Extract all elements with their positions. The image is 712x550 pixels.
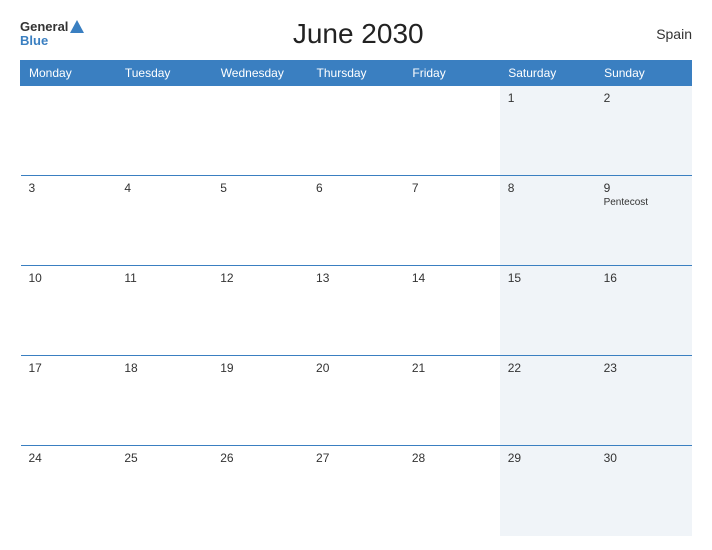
day-cell: 26 <box>212 446 308 536</box>
day-cell <box>116 86 212 176</box>
day-number: 17 <box>29 361 109 375</box>
calendar-title: June 2030 <box>84 18 632 50</box>
day-cell: 29 <box>500 446 596 536</box>
day-cell: 15 <box>500 266 596 356</box>
day-number: 19 <box>220 361 300 375</box>
logo-blue-text: Blue <box>20 34 84 48</box>
day-number: 11 <box>124 271 204 285</box>
day-number: 26 <box>220 451 300 465</box>
day-number: 12 <box>220 271 300 285</box>
col-wednesday: Wednesday <box>212 61 308 86</box>
col-monday: Monday <box>21 61 117 86</box>
day-cell: 1 <box>500 86 596 176</box>
day-cell <box>308 86 404 176</box>
day-cell: 16 <box>596 266 692 356</box>
day-cell: 6 <box>308 176 404 266</box>
day-number: 24 <box>29 451 109 465</box>
day-number: 25 <box>124 451 204 465</box>
logo: General Blue <box>20 20 84 49</box>
col-sunday: Sunday <box>596 61 692 86</box>
day-number: 4 <box>124 181 204 195</box>
week-row-5: 24 25 26 27 28 29 30 <box>21 446 692 536</box>
calendar-table: Monday Tuesday Wednesday Thursday Friday… <box>20 60 692 536</box>
logo-triangle-icon <box>70 20 84 33</box>
day-cell <box>212 86 308 176</box>
day-number: 3 <box>29 181 109 195</box>
day-cell: 23 <box>596 356 692 446</box>
day-cell: 20 <box>308 356 404 446</box>
day-cell: 17 <box>21 356 117 446</box>
day-cell: 25 <box>116 446 212 536</box>
day-cell <box>21 86 117 176</box>
day-number: 28 <box>412 451 492 465</box>
day-number: 8 <box>508 181 588 195</box>
week-row-2: 3 4 5 6 7 8 9 Pentecost <box>21 176 692 266</box>
day-cell: 10 <box>21 266 117 356</box>
col-thursday: Thursday <box>308 61 404 86</box>
week-row-1: 12 <box>21 86 692 176</box>
day-number: 20 <box>316 361 396 375</box>
day-number: 9 <box>604 181 684 195</box>
day-cell: 11 <box>116 266 212 356</box>
day-number: 2 <box>604 91 684 105</box>
day-number: 6 <box>316 181 396 195</box>
header-row: Monday Tuesday Wednesday Thursday Friday… <box>21 61 692 86</box>
day-cell: 30 <box>596 446 692 536</box>
country-label: Spain <box>632 26 692 42</box>
day-cell: 24 <box>21 446 117 536</box>
day-cell: 18 <box>116 356 212 446</box>
day-event: Pentecost <box>604 197 684 208</box>
col-tuesday: Tuesday <box>116 61 212 86</box>
col-saturday: Saturday <box>500 61 596 86</box>
day-number: 16 <box>604 271 684 285</box>
header: General Blue June 2030 Spain <box>20 18 692 50</box>
day-cell: 28 <box>404 446 500 536</box>
day-number: 18 <box>124 361 204 375</box>
day-number: 15 <box>508 271 588 285</box>
day-number: 23 <box>604 361 684 375</box>
day-number: 27 <box>316 451 396 465</box>
day-cell: 9 Pentecost <box>596 176 692 266</box>
day-cell <box>404 86 500 176</box>
week-row-4: 17 18 19 20 21 22 23 <box>21 356 692 446</box>
day-cell: 7 <box>404 176 500 266</box>
day-number: 14 <box>412 271 492 285</box>
day-cell: 12 <box>212 266 308 356</box>
day-number: 1 <box>508 91 588 105</box>
day-number: 29 <box>508 451 588 465</box>
day-cell: 13 <box>308 266 404 356</box>
day-cell: 5 <box>212 176 308 266</box>
col-friday: Friday <box>404 61 500 86</box>
day-cell: 27 <box>308 446 404 536</box>
day-number: 13 <box>316 271 396 285</box>
day-number: 5 <box>220 181 300 195</box>
day-cell: 3 <box>21 176 117 266</box>
day-number: 7 <box>412 181 492 195</box>
calendar-page: General Blue June 2030 Spain Monday Tues… <box>0 0 712 550</box>
day-number: 22 <box>508 361 588 375</box>
day-number: 30 <box>604 451 684 465</box>
week-row-3: 10 11 12 13 14 15 16 <box>21 266 692 356</box>
day-number: 10 <box>29 271 109 285</box>
day-cell: 2 <box>596 86 692 176</box>
logo-general-text: General <box>20 20 68 34</box>
day-cell: 4 <box>116 176 212 266</box>
day-cell: 14 <box>404 266 500 356</box>
day-number: 21 <box>412 361 492 375</box>
day-cell: 21 <box>404 356 500 446</box>
day-cell: 19 <box>212 356 308 446</box>
day-cell: 8 <box>500 176 596 266</box>
day-cell: 22 <box>500 356 596 446</box>
